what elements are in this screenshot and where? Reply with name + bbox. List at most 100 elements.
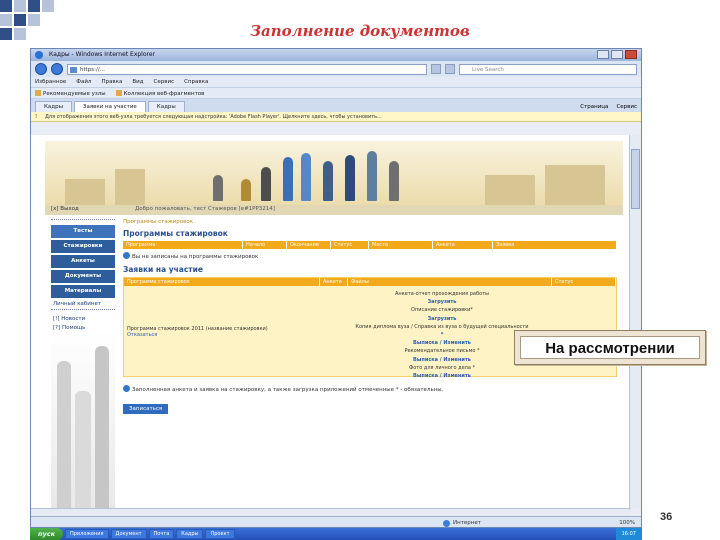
menu-item-edit[interactable]: Правка [101, 79, 122, 85]
window-titlebar: Кадры - Windows Internet Explorer [31, 49, 641, 61]
banner-building [115, 169, 145, 205]
status-callout: На рассмотрении [514, 330, 706, 365]
taskbar-item[interactable]: Проект [205, 529, 235, 539]
zoom-level[interactable]: 100% [619, 517, 635, 527]
minimize-icon[interactable] [597, 50, 609, 59]
vertical-scrollbar[interactable] [629, 135, 641, 508]
site-page: [x] Выход Добро пожаловать, тест Стажеро… [45, 141, 623, 508]
globe-icon [443, 520, 450, 527]
sidebar-item-documents[interactable]: Документы [51, 270, 115, 283]
site-header-strip [45, 205, 623, 215]
upload-link[interactable]: Загрузить [348, 298, 536, 306]
menu-item-tools[interactable]: Сервис [154, 79, 175, 85]
window-controls [597, 50, 637, 59]
browser-tab-active[interactable]: Заявки на участие [73, 101, 146, 112]
apply-button[interactable]: Записаться [123, 404, 169, 414]
info-bar[interactable]: Для отображения этого веб-узла требуется… [31, 112, 641, 122]
banner-person [213, 175, 223, 201]
security-zone: Интернет [453, 520, 481, 526]
favorite-link[interactable]: Рекомендуемые узлы [35, 90, 106, 97]
system-clock: 16:07 [615, 528, 642, 540]
page-menu[interactable]: Страница [580, 104, 608, 110]
upload-link[interactable]: Загрузить [348, 315, 536, 323]
requirements-note-text: Заполненная анкета и заявка на стажировк… [132, 387, 444, 393]
browser-tab[interactable]: Кадры [147, 101, 185, 112]
refresh-icon[interactable] [431, 64, 441, 74]
breadcrumb[interactable]: Программы стажировок [123, 217, 617, 227]
section-title-applications: Заявки на участие [123, 265, 203, 274]
column-header: Программа [123, 241, 243, 249]
info-icon [123, 385, 130, 392]
scrollbar-thumb[interactable] [631, 149, 640, 209]
sidebar-item-materials[interactable]: Материалы [51, 285, 115, 298]
close-icon[interactable] [625, 50, 637, 59]
menu-item-help[interactable]: Справка [184, 79, 208, 85]
decor-square [42, 0, 54, 12]
window-title: Кадры - Windows Internet Explorer [49, 51, 156, 58]
forward-icon[interactable] [51, 63, 63, 75]
documents-list: Анкета-отчет прохождения работы Загрузит… [348, 290, 536, 380]
decor-square [14, 0, 26, 12]
programs-table-header: Программа Начало Окончание Статус Места … [123, 241, 617, 249]
sidebar-item-cabinet[interactable]: Личный кабинет [53, 301, 115, 307]
tools-menu[interactable]: Сервис [616, 104, 637, 110]
view-edit-link[interactable]: Выписка / Изменить [348, 372, 536, 380]
decor-figure [95, 346, 109, 508]
sidebar-item-forms[interactable]: Анкеты [51, 255, 115, 268]
back-icon[interactable] [35, 63, 47, 75]
browser-window: Кадры - Windows Internet Explorer https:… [30, 48, 642, 528]
sidebar-item-tests[interactable]: Тесты [51, 225, 115, 238]
banner-building [545, 165, 605, 205]
view-edit-link[interactable]: Выписка / Изменить [348, 339, 536, 347]
decor-figures [51, 331, 115, 508]
menu-bar: Избранное Файл Правка Вид Сервис Справка [31, 77, 641, 88]
greeting-text: Добро пожаловать, тест Стажеров [e#1РР32… [135, 206, 275, 212]
column-header: Анкета [433, 241, 493, 249]
document-label: Копия диплома вуза / Справка из вуза о б… [355, 323, 529, 330]
taskbar-item[interactable]: Приложения [65, 529, 109, 539]
favorite-link[interactable]: Коллекция веб-фрагментов [116, 90, 205, 97]
maximize-icon[interactable] [611, 50, 623, 59]
section-title-programs: Программы стажировок [123, 229, 228, 238]
windows-taskbar: пуск Приложения Документ Почта Кадры Про… [30, 528, 642, 540]
search-placeholder: Live Search [472, 66, 504, 73]
site-icon [70, 66, 77, 73]
taskbar-item[interactable]: Документ [110, 529, 147, 539]
taskbar-item[interactable]: Кадры [176, 529, 204, 539]
view-edit-link[interactable]: Выписка / Изменить [348, 356, 536, 364]
requirements-note: Заполненная анкета и заявка на стажировк… [123, 385, 617, 395]
banner-person [345, 155, 355, 201]
taskbar-item[interactable]: Почта [148, 529, 175, 539]
menu-item-view[interactable]: Вид [132, 79, 143, 85]
column-header: Программа стажировок [124, 278, 320, 286]
url-field[interactable]: https://... [67, 63, 427, 75]
column-header: Начало [243, 241, 287, 249]
status-bar: Интернет 100% [31, 516, 641, 527]
sidebar-item-news[interactable]: [!] Новости [53, 316, 115, 322]
column-header: Анкета [320, 278, 348, 286]
banner-building [485, 175, 535, 205]
programs-note-text: Вы не записаны на программы стажировок [132, 254, 259, 260]
browser-tab[interactable]: Кадры [35, 101, 72, 112]
banner-building [65, 179, 105, 205]
application-program: Программа стажировок 2011 (название стаж… [127, 326, 297, 338]
logout-link[interactable]: [x] Выход [51, 206, 79, 212]
column-header: Заявка [493, 241, 617, 249]
address-bar: https://... Live Search [31, 61, 641, 77]
menu-item-file[interactable]: Файл [76, 79, 91, 85]
document-label: Фото для личного дела * [408, 364, 476, 371]
banner-person [323, 161, 333, 201]
sidebar-item-internships[interactable]: Стажировки [51, 240, 115, 253]
column-header: Статус [552, 278, 616, 286]
search-input[interactable]: Live Search [459, 63, 637, 75]
menu-item-favorites[interactable]: Избранное [35, 79, 66, 85]
stop-icon[interactable] [445, 64, 455, 74]
banner-person [389, 161, 399, 201]
programs-note: Вы не записаны на программы стажировок [123, 252, 617, 261]
decline-link[interactable]: Отказаться [127, 332, 157, 338]
start-button[interactable]: пуск [30, 528, 63, 540]
site-banner [45, 141, 623, 205]
horizontal-scrollbar[interactable] [31, 508, 631, 516]
decor-square [0, 0, 12, 12]
banner-person [241, 179, 251, 201]
